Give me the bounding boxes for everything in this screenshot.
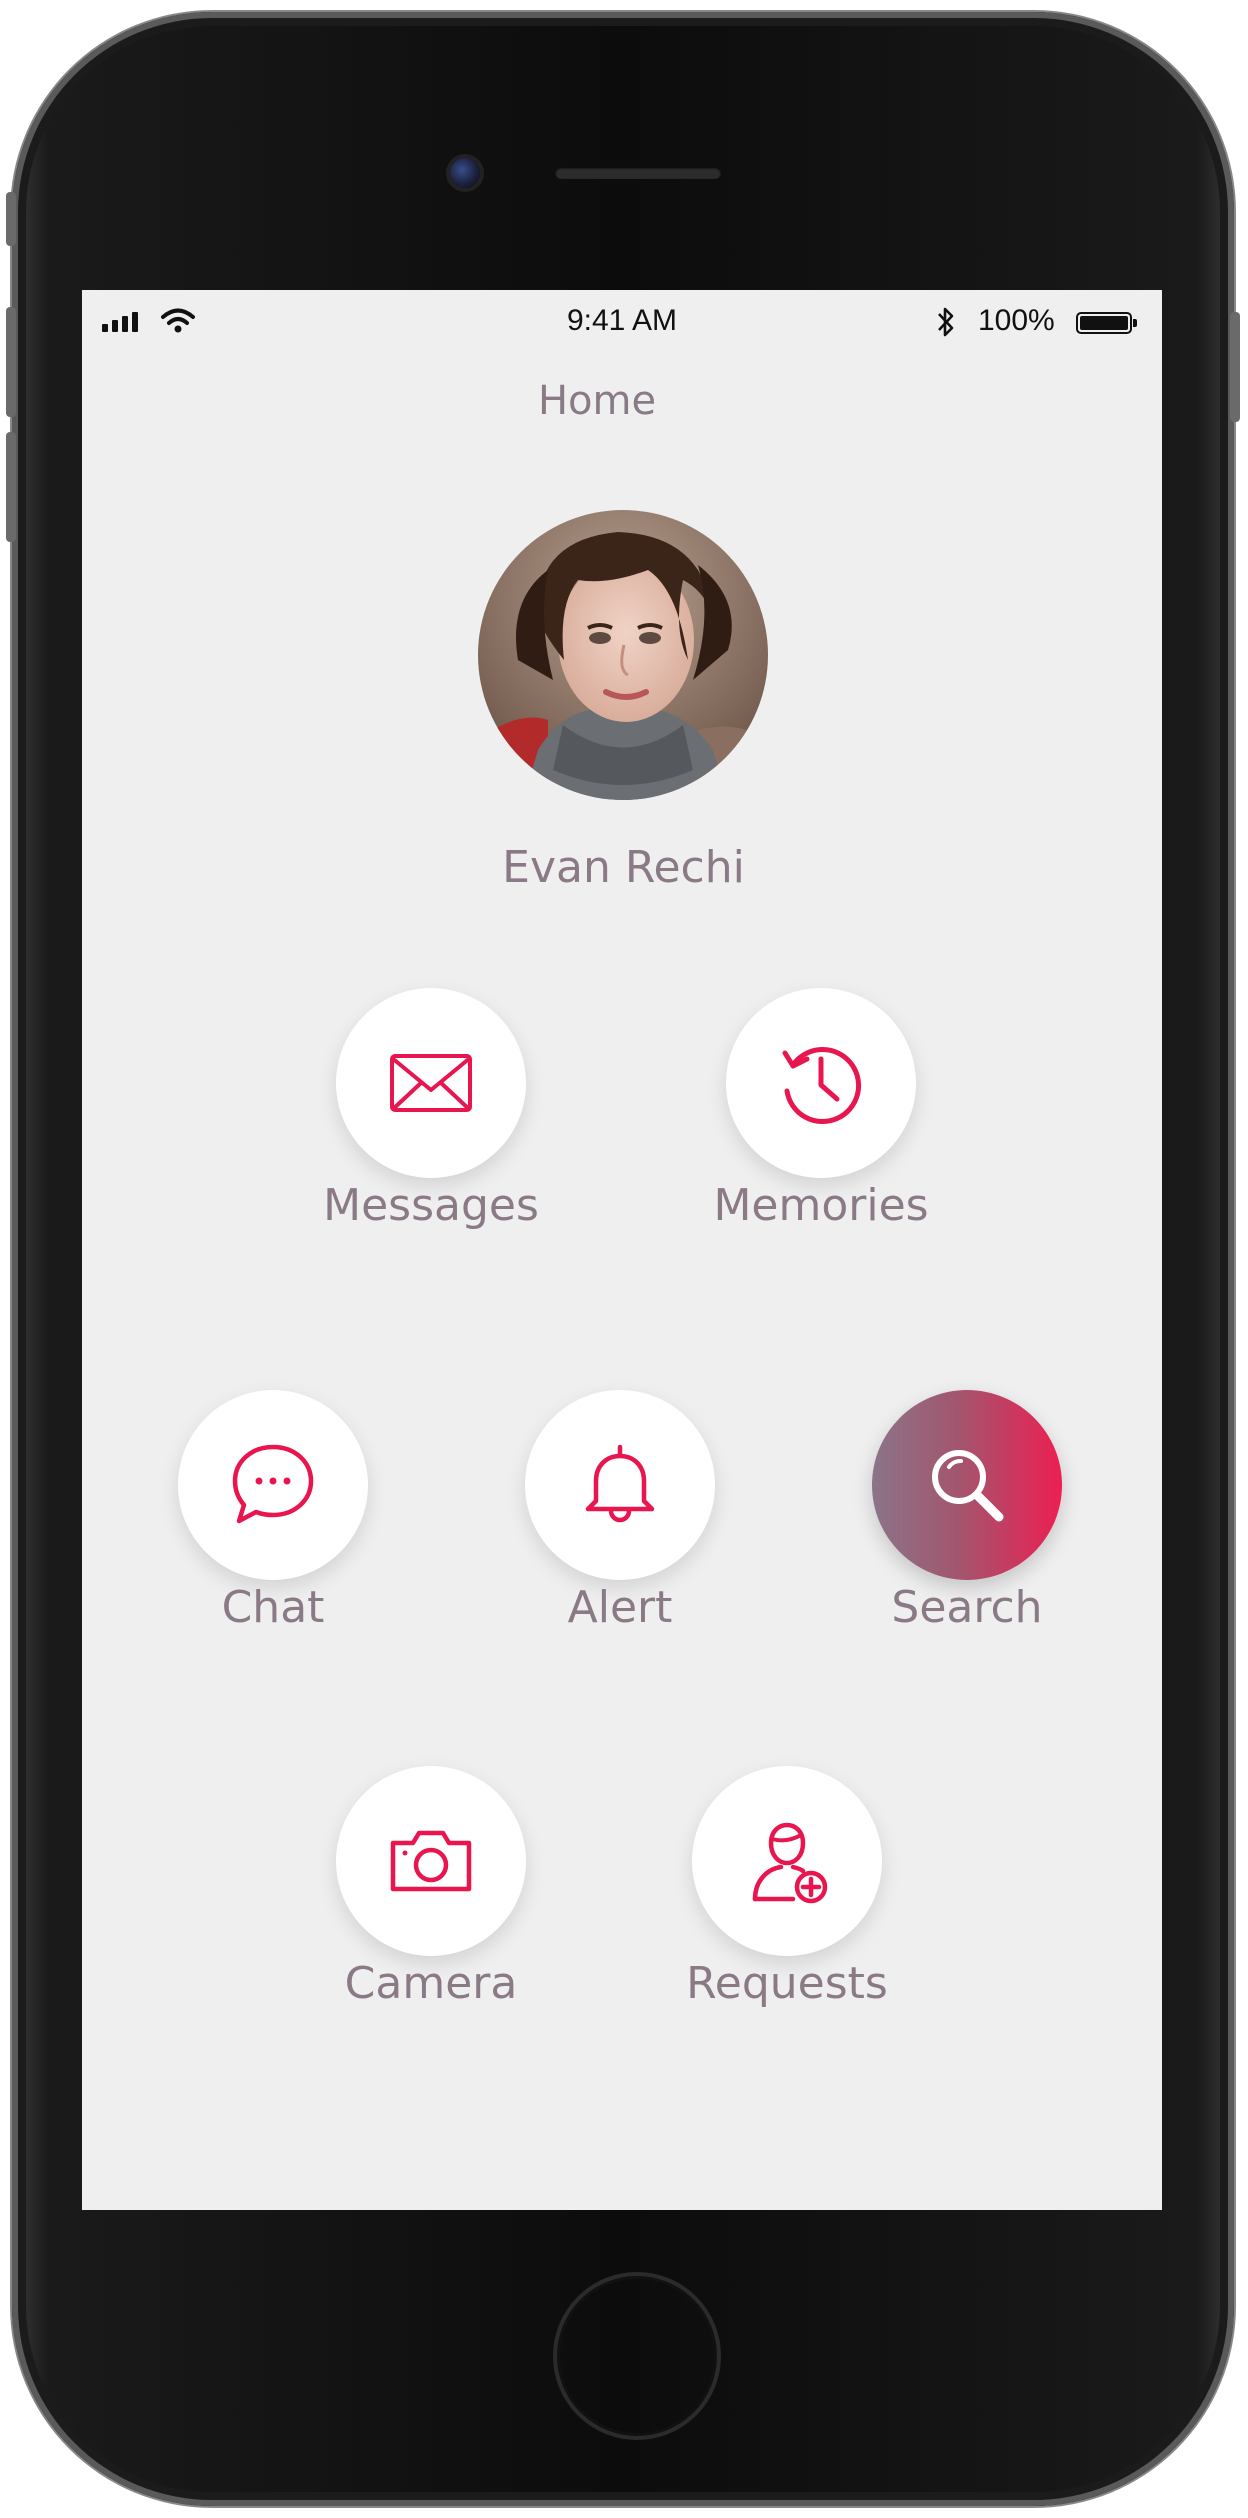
- volume-down-button: [6, 432, 16, 542]
- chat-bubble-icon: [232, 1444, 314, 1524]
- messages-button[interactable]: [336, 988, 526, 1178]
- mute-switch: [6, 192, 16, 246]
- front-camera: [450, 158, 480, 188]
- user-name: Evan Rechi: [502, 842, 745, 893]
- status-bar: 9:41 AM 100%: [82, 290, 1162, 350]
- chat-button[interactable]: [178, 1390, 368, 1580]
- device-mockup: 9:41 AM 100% Home Evan Rechi Messages Me…: [0, 0, 1248, 2518]
- camera-icon: [390, 1830, 472, 1892]
- earpiece-speaker: [555, 167, 721, 179]
- messages-label: Messages: [323, 1180, 539, 1231]
- alert-button[interactable]: [525, 1390, 715, 1580]
- battery-icon: [1076, 312, 1137, 334]
- chat-label: Chat: [221, 1582, 325, 1633]
- add-user-icon: [752, 1822, 828, 1904]
- avatar[interactable]: [478, 510, 768, 800]
- volume-up-button: [6, 307, 16, 417]
- bluetooth-icon: [938, 307, 954, 337]
- search-button[interactable]: [872, 1390, 1062, 1580]
- camera-label: Camera: [344, 1958, 518, 2009]
- envelope-icon: [390, 1054, 472, 1112]
- requests-label: Requests: [686, 1958, 888, 2009]
- search-icon: [932, 1450, 1004, 1522]
- requests-button[interactable]: [692, 1766, 882, 1956]
- power-button: [1230, 312, 1240, 422]
- memories-label: Memories: [713, 1180, 929, 1231]
- page-title: Home: [537, 378, 657, 424]
- bell-icon: [585, 1444, 655, 1523]
- memories-button[interactable]: [726, 988, 916, 1178]
- search-label: Search: [891, 1582, 1043, 1633]
- battery-percentage: 100%: [978, 304, 1055, 337]
- profile-photo: [478, 510, 768, 800]
- app-screen: 9:41 AM 100% Home Evan Rechi Messages Me…: [82, 290, 1162, 2210]
- history-icon: [782, 1047, 862, 1124]
- camera-button[interactable]: [336, 1766, 526, 1956]
- alert-label: Alert: [567, 1582, 673, 1633]
- home-button[interactable]: [553, 2272, 721, 2440]
